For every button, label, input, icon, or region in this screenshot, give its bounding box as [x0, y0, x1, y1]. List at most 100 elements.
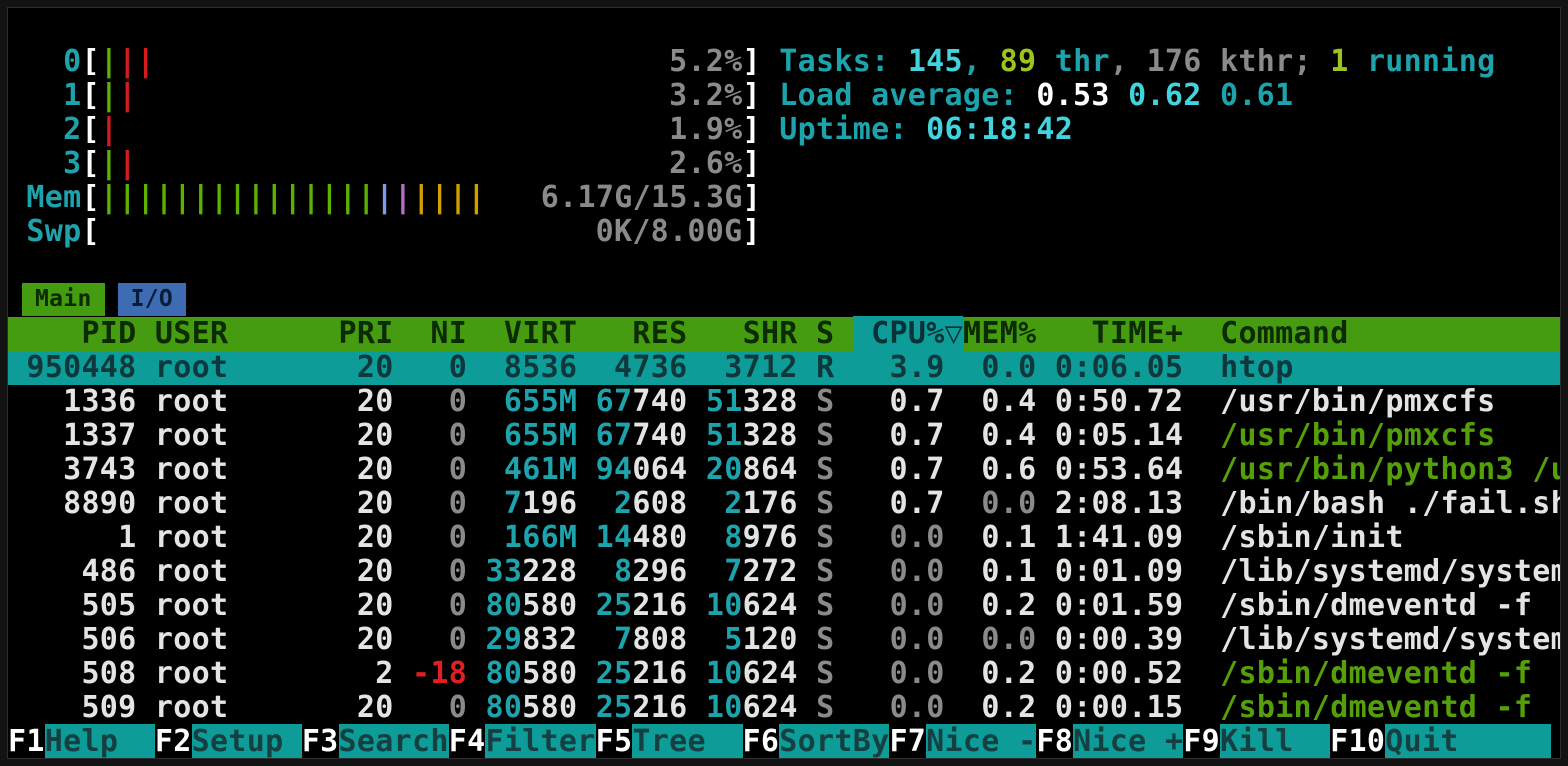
text-segment [394, 418, 412, 453]
process-row[interactable]: 1336 root 20 0 655M 67740 51328 S 0.7 0.… [8, 385, 1496, 419]
text-segment [394, 384, 412, 419]
fkey-f7-label[interactable]: Nice - [926, 724, 1036, 758]
text-segment [798, 656, 816, 691]
column-header-command[interactable]: Command [1220, 316, 1349, 351]
pri-cell: 2 [339, 656, 394, 691]
time-cell: 0:01.59 [1036, 588, 1183, 623]
fkey-f2-label[interactable]: Setup [192, 724, 302, 758]
fkey-f7-key[interactable]: F7 [889, 724, 926, 758]
user-cell: root [155, 452, 320, 487]
fkey-f10-label[interactable]: Quit [1385, 724, 1550, 758]
text-segment [1183, 622, 1220, 657]
fkey-f6-label[interactable]: SortBy [779, 724, 889, 758]
text-segment [320, 452, 338, 487]
column-header-shr[interactable]: SHR [706, 316, 798, 351]
text-segment [394, 452, 412, 487]
column-header-state[interactable]: S [816, 316, 834, 351]
fkey-f1-key[interactable]: F1 [8, 724, 45, 758]
cpu-cell: 0.0 [853, 656, 945, 691]
fkey-f4-label[interactable]: Filter [485, 724, 595, 758]
text-segment [467, 316, 485, 351]
text-segment [394, 656, 412, 691]
process-row[interactable]: 8890 root 20 0 7196 2608 2176 S 0.7 0.0 … [8, 487, 1560, 521]
state-cell: S [816, 418, 834, 453]
fkey-f8-key[interactable]: F8 [1036, 724, 1073, 758]
fkey-f5-label[interactable]: Tree [632, 724, 742, 758]
fkey-f6-key[interactable]: F6 [743, 724, 780, 758]
mem-cell: 0.4 [945, 384, 1037, 419]
process-row[interactable]: 1337 root 20 0 655M 67740 51328 S 0.7 0.… [8, 419, 1496, 453]
time-cell: 0:06.05 [1036, 350, 1183, 385]
command-cell: /usr/bin/pmxcfs [1220, 384, 1495, 419]
process-row[interactable]: 505 root 20 0 80580 25216 10624 S 0.0 0.… [8, 589, 1532, 623]
cpu-cell: 0.7 [853, 452, 945, 487]
fkey-f5-key[interactable]: F5 [596, 724, 633, 758]
swap-meter: Swp[ 0K/8.00G] [8, 215, 761, 249]
fkey-f8-label[interactable]: Nice + [1073, 724, 1183, 758]
command-cell: /usr/bin/python3 /u [1220, 452, 1560, 487]
text-segment [688, 588, 706, 623]
column-header-res[interactable]: RES [596, 316, 688, 351]
fkey-f9-key[interactable]: F9 [1183, 724, 1220, 758]
process-row[interactable]: 506 root 20 0 29832 7808 5120 S 0.0 0.0 … [8, 623, 1560, 657]
text-segment [798, 486, 816, 521]
fkey-f3-key[interactable]: F3 [302, 724, 339, 758]
text-segment [577, 520, 595, 555]
process-row[interactable]: 486 root 20 0 33228 8296 7272 S 0.0 0.1 … [8, 555, 1560, 589]
text-segment [467, 588, 485, 623]
column-header-user[interactable]: USER [155, 316, 320, 351]
process-row[interactable]: 508 root 2 -18 80580 25216 10624 S 0.0 0… [8, 657, 1532, 691]
process-row[interactable]: 1 root 20 0 166M 14480 8976 S 0.0 0.1 1:… [8, 521, 1404, 555]
tasks-summary-part: 89 [1000, 44, 1037, 79]
column-header-cpu-sorted[interactable]: CPU% [853, 316, 945, 351]
state-cell: S [816, 588, 834, 623]
fkey-f1-label[interactable]: Help [45, 724, 155, 758]
mem-cell: 0.1 [945, 520, 1037, 555]
text-segment [394, 554, 412, 589]
tab-io[interactable]: I/O [118, 283, 186, 316]
text-segment [834, 418, 852, 453]
text-segment [1183, 588, 1220, 623]
text-segment [834, 520, 852, 555]
text-segment [1183, 690, 1220, 725]
sort-descending-icon: ▽ [945, 316, 963, 351]
process-row[interactable]: 950448 root 20 0 8536 4736 3712 R 3.9 0.… [8, 351, 1560, 385]
tab-bar: Main I/O [8, 283, 186, 317]
fkey-f4-key[interactable]: F4 [449, 724, 486, 758]
text-segment [688, 554, 706, 589]
column-header-ni[interactable]: NI [412, 316, 467, 351]
time-cell: 0:00.39 [1036, 622, 1183, 657]
cpu-cell: 0.0 [853, 588, 945, 623]
meter-bar: | [357, 180, 375, 215]
res-kb-digits: 216 [632, 690, 687, 725]
fkey-f3-label[interactable]: Search [339, 724, 449, 758]
meter-bar: | [100, 146, 118, 181]
column-header-mem[interactable]: MEM% [963, 316, 1036, 351]
process-row[interactable]: 3743 root 20 0 461M 94064 20864 S 0.7 0.… [8, 453, 1560, 487]
tab-main[interactable]: Main [22, 283, 105, 316]
fkey-f9-label[interactable]: Kill [1220, 724, 1330, 758]
virt-mb-digits: 80 [485, 656, 522, 691]
text-segment [320, 554, 338, 589]
text-segment [834, 316, 852, 351]
fkey-f2-key[interactable]: F2 [155, 724, 192, 758]
text-segment [688, 452, 706, 487]
fkey-f10-key[interactable]: F10 [1330, 724, 1385, 758]
text-segment [394, 588, 412, 623]
res-mb-digits: 2 [596, 486, 633, 521]
column-header-virt[interactable]: VIRT [485, 316, 577, 351]
user-cell: root [155, 622, 320, 657]
cpu-cell: 0.0 [853, 554, 945, 589]
table-header[interactable]: PID USER PRI NI VIRT RES SHR S CPU%▽MEM%… [8, 317, 1560, 351]
pri-cell: 20 [339, 622, 394, 657]
cpu-cell: 0.7 [853, 418, 945, 453]
column-header-pid[interactable]: PID [8, 316, 137, 351]
column-header-time[interactable]: TIME+ [1036, 316, 1183, 351]
text-segment [320, 486, 338, 521]
memory-meter: Mem[||||||||||||||||||||| 6.17G/15.3G] [8, 181, 761, 215]
meter-bar: | [137, 180, 155, 215]
meter-open-bracket: [ [81, 44, 99, 79]
text-segment [467, 520, 485, 555]
column-header-pri[interactable]: PRI [339, 316, 394, 351]
process-row[interactable]: 509 root 20 0 80580 25216 10624 S 0.0 0.… [8, 691, 1532, 725]
